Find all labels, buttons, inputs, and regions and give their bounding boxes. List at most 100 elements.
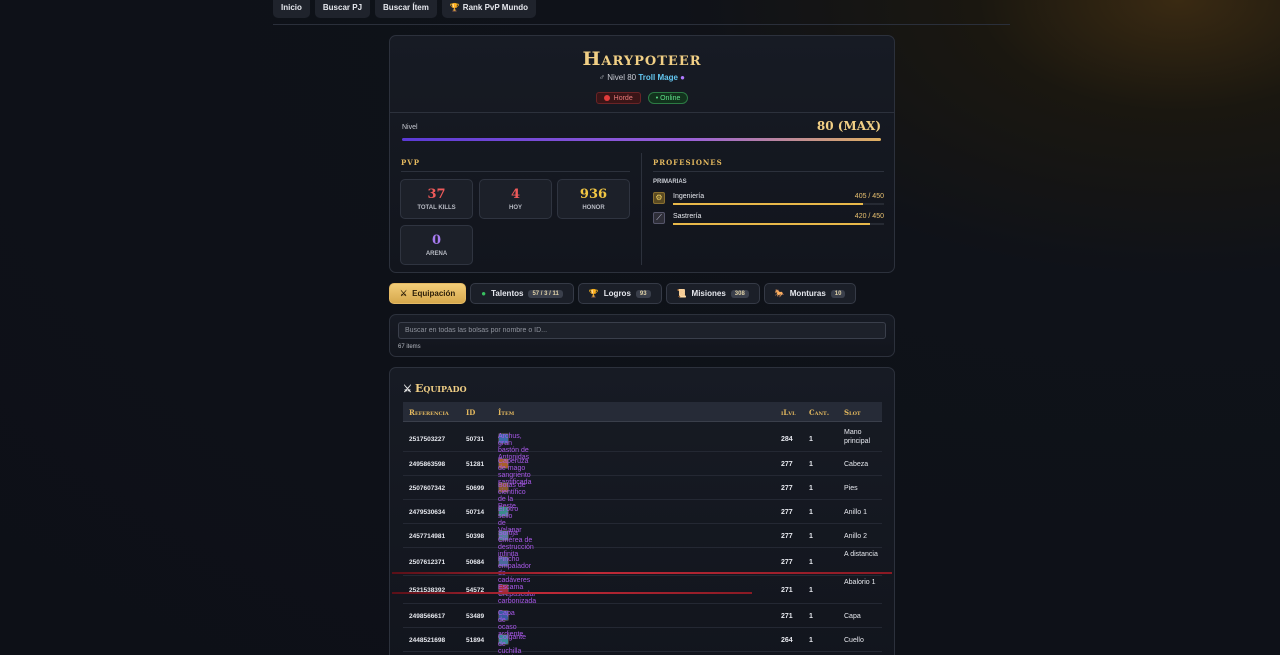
profession-row: ⟋ Sastrería 420 / 450 xyxy=(653,212,884,228)
row-id: 50684 xyxy=(466,559,485,566)
scroll-icon: 📜 xyxy=(676,289,687,298)
row-ilvl: 284 xyxy=(781,436,793,443)
row-id: 51281 xyxy=(466,461,485,468)
row-id: 50398 xyxy=(466,533,485,540)
row-ilvl: 277 xyxy=(781,461,793,468)
column-divider xyxy=(641,153,642,265)
row-id: 50714 xyxy=(466,509,485,516)
bag-search-card: 67 items xyxy=(389,314,895,357)
stat-hoy: 4 HOY xyxy=(479,179,552,219)
equipped-card: ⚔ Equipado Referencia ID Ítem iLvl Cant. … xyxy=(389,367,895,655)
row-quantity: 1 xyxy=(809,637,813,644)
row-id: 53489 xyxy=(466,613,485,620)
table-header: Referencia ID Ítem iLvl Cant. Slot xyxy=(403,402,882,422)
row-reference: 2457714981 xyxy=(409,533,446,540)
row-ilvl: 271 xyxy=(781,613,793,620)
row-quantity: 1 xyxy=(809,587,813,594)
trophy-icon: 🏆 xyxy=(588,289,599,298)
highlight-line xyxy=(392,572,892,574)
profession-progress-bar xyxy=(673,223,884,225)
row-reference: 2498566617 xyxy=(409,613,446,620)
row-quantity: 1 xyxy=(809,436,813,443)
row-id: 51894 xyxy=(466,637,485,644)
horse-icon: 🐎 xyxy=(774,289,785,298)
row-reference: 2517503227 xyxy=(409,436,446,443)
table-row: 2495863598 51281 277 1 Cabeza Caperuza de mag… xyxy=(403,452,882,486)
row-quantity: 1 xyxy=(809,461,813,468)
bag-search-input[interactable] xyxy=(398,322,886,339)
crossed-swords-icon: ⚔ xyxy=(403,384,412,395)
gear-icon: ⚙ xyxy=(653,192,665,204)
row-slot: Abalorio 1 xyxy=(844,579,876,586)
item-link[interactable]: Escama Crepuscular carbonizada xyxy=(498,584,536,605)
stat-arena: 0 ARENA xyxy=(400,225,473,265)
profession-progress-bar xyxy=(673,203,884,205)
horde-icon xyxy=(603,95,610,101)
character-name: Harypoteer xyxy=(582,48,702,70)
badges: Horde • Online xyxy=(390,92,894,104)
row-slot: Capa xyxy=(844,613,861,620)
level-value: 80 (MAX) xyxy=(816,119,881,133)
row-reference: 2507612371 xyxy=(409,559,446,566)
tab-equipacion[interactable]: ⚔ Equipación xyxy=(389,283,467,304)
faction-badge: Horde xyxy=(595,92,641,104)
nav-rank-pvp-button[interactable]: 🏆 Rank PvP Mundo xyxy=(441,0,536,18)
nav-inicio-button[interactable]: Inicio xyxy=(273,0,310,18)
row-id: 50699 xyxy=(466,485,485,492)
table-row: 2498566617 53489 271 1 Capa Capa de ocaso ard… xyxy=(403,604,882,638)
character-subtitle: ♂ Nivel 80 Troll Mage ● xyxy=(390,73,894,82)
table-row: 2521538392 54572 271 1 Abalorio 1 Escama Crep… xyxy=(403,576,882,605)
row-quantity: 1 xyxy=(809,509,813,516)
table-row: 2448521698 51894 264 1 Cuello Colgante de cuc… xyxy=(403,628,882,655)
tab-misiones[interactable]: 📜 Misiones 308 xyxy=(665,283,760,304)
row-slot: Cuello xyxy=(844,637,864,644)
professions-title: PROFESIONES xyxy=(653,158,723,167)
row-id: 50731 xyxy=(466,436,485,443)
row-ilvl: 277 xyxy=(781,559,793,566)
profession-row: ⚙ Ingeniería 405 / 450 xyxy=(653,192,884,208)
mage-icon: ● xyxy=(680,73,685,82)
pvp-title: PVP xyxy=(401,158,420,167)
top-nav: Inicio Buscar PJ Buscar Ítem 🏆 Rank PvP M… xyxy=(273,0,536,18)
primary-label: PRIMARIAS xyxy=(653,179,687,185)
class-label[interactable]: Troll Mage xyxy=(638,73,678,82)
tabs: ⚔ Equipación ● Talentos 57 / 3 / 11 🏆 Logros… xyxy=(389,283,857,304)
tab-talentos[interactable]: ● Talentos 57 / 3 / 11 xyxy=(470,283,574,304)
tab-monturas[interactable]: 🐎 Monturas 10 xyxy=(763,283,857,304)
level-progress-fill xyxy=(402,138,881,141)
row-quantity: 1 xyxy=(809,485,813,492)
row-reference: 2448521698 xyxy=(409,637,446,644)
stat-honor: 936 HONOR xyxy=(557,179,630,219)
tab-logros[interactable]: 🏆 Logros 93 xyxy=(577,283,662,304)
table-row: 2507607342 50699 277 1 Pies Botas de científi… xyxy=(403,476,882,510)
row-slot: Anillo 1 xyxy=(844,509,867,516)
table-row: 2517503227 50731 284 1 Mano principal Archus,… xyxy=(403,426,882,461)
row-ilvl: 277 xyxy=(781,509,793,516)
row-ilvl: 264 xyxy=(781,637,793,644)
professions-divider xyxy=(653,171,884,172)
highlight-line xyxy=(392,592,752,594)
table-row: 2479530634 50714 277 1 Anillo 1 El otro sello… xyxy=(403,500,882,534)
crossed-swords-icon: ⚔ xyxy=(400,289,408,298)
row-quantity: 1 xyxy=(809,559,813,566)
row-quantity: 1 xyxy=(809,533,813,540)
status-badge: • Online xyxy=(647,92,689,104)
row-slot: Mano principal xyxy=(844,429,871,445)
level-label: Nivel xyxy=(402,124,418,131)
row-slot: Pies xyxy=(844,485,858,492)
green-dot-icon: ● xyxy=(481,289,487,298)
divider xyxy=(390,112,894,113)
table-row: 2457714981 50398 277 1 Anillo 2 Sortija Cinér… xyxy=(403,524,882,558)
row-reference: 2507607342 xyxy=(409,485,446,492)
row-slot: Anillo 2 xyxy=(844,533,867,540)
item-link[interactable]: Colgante de cuchilla de alma xyxy=(498,634,526,655)
equipped-title: ⚔ Equipado xyxy=(403,382,467,395)
profile-card: Harypoteer ♂ Nivel 80 Troll Mage ● Horde… xyxy=(389,35,895,273)
pvp-divider xyxy=(401,171,630,172)
row-ilvl: 277 xyxy=(781,533,793,540)
nav-buscar-pj-button[interactable]: Buscar PJ xyxy=(314,0,371,18)
nav-buscar-item-button[interactable]: Buscar Ítem xyxy=(375,0,437,18)
stat-total-kills: 37 TOTAL KILLS xyxy=(400,179,473,219)
trophy-icon: 🏆 xyxy=(449,3,460,12)
row-ilvl: 271 xyxy=(781,587,793,594)
